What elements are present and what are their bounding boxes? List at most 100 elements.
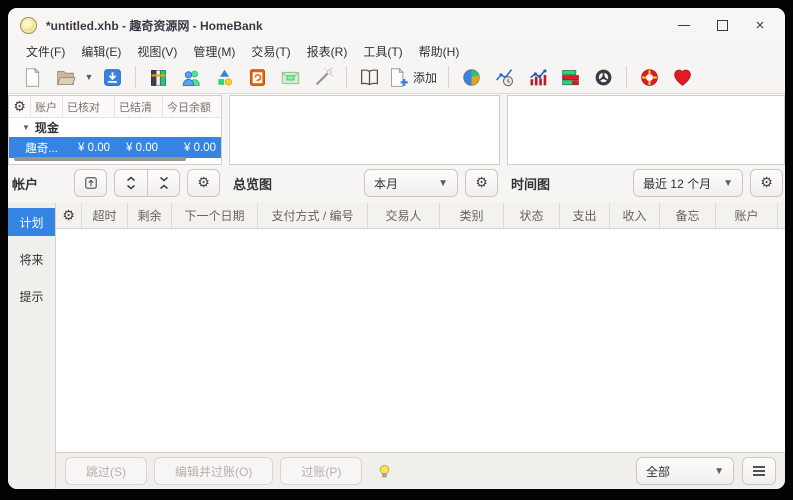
vehicle-cost-button[interactable] [587,64,620,91]
help-donate-button[interactable] [633,64,666,91]
menu-reports[interactable]: 报表(R) [299,42,356,61]
accounts-col-cleared[interactable]: 已结清 [115,96,163,117]
save-button[interactable] [96,64,129,91]
heart-icon [672,67,693,88]
sidebar-tabs: 计划 将来 提示 [8,203,56,489]
accounts-list[interactable]: ⚙ 账户 已核对 已结清 今日余额 ▼ 现金 趣奇... ¥ 0.00 ¥ 0.… [8,95,222,165]
open-file-button[interactable] [49,64,82,91]
col-remaining[interactable]: 剩余 [128,203,172,228]
accounts-col-reconciled[interactable]: 已核对 [63,96,115,117]
payees-icon [181,67,202,88]
add-transaction-button[interactable]: 添加 [386,64,442,91]
menu-help[interactable]: 帮助(H) [411,42,468,61]
manage-categories-button[interactable] [208,64,241,91]
balance-report-button[interactable] [521,64,554,91]
manage-accounts-button[interactable] [142,64,175,91]
account-cleared-value: ¥ 0.00 [115,142,163,154]
add-transaction-icon [388,67,409,88]
toolbar-separator [346,66,347,88]
post-button[interactable]: 过账(P) [280,457,362,485]
time-label: 时间图 [511,174,550,193]
overview-settings-button[interactable]: ⚙ [465,169,498,197]
trendtime-report-button[interactable] [488,64,521,91]
toolbar-separator [626,66,627,88]
expand-all-button[interactable] [114,169,147,197]
close-button[interactable]: × [741,10,779,40]
open-account-window-button[interactable] [74,169,107,197]
menu-edit[interactable]: 编辑(E) [73,42,129,61]
maximize-button[interactable] [703,10,741,40]
account-group-label: 现金 [35,119,59,136]
col-overdue[interactable]: 超时 [82,203,128,228]
overview-range-value: 本月 [374,175,398,192]
tab-scheduled[interactable]: 计划 [8,208,55,236]
scheduled-transactions-button[interactable] [241,64,274,91]
assign-button[interactable] [307,64,340,91]
col-status[interactable]: 状态 [504,203,560,228]
account-group-row[interactable]: ▼ 现金 [9,118,221,137]
col-account[interactable]: 账户 [716,203,778,228]
show-ledger-button[interactable] [353,64,386,91]
time-settings-button[interactable]: ⚙ [750,169,783,197]
life-ring-icon [639,67,660,88]
overview-range-dropdown[interactable]: 本月 ▼ [364,169,458,197]
new-file-button[interactable] [16,64,49,91]
open-recent-dropdown[interactable]: ▼ [82,64,96,91]
scheduled-table-body[interactable] [56,229,785,452]
scheduled-action-bar: 跳过(S) 编辑并过账(O) 过账(P) 全部 ▼ [56,452,785,489]
menu-manage[interactable]: 管理(M) [185,42,243,61]
accounts-col-account[interactable]: 账户 [31,96,63,117]
accounts-col-today[interactable]: 今日余额 [163,96,221,117]
time-panel-footer: 时间图 最近 12 个月 ▼ ⚙ [507,165,785,199]
col-income[interactable]: 收入 [610,203,660,228]
col-memo[interactable]: 备忘 [660,203,716,228]
col-expense[interactable]: 支出 [560,203,610,228]
tab-future[interactable]: 将来 [8,245,55,273]
collapse-all-icon [158,176,170,190]
overview-panel-footer: 总览图 本月 ▼ ⚙ [229,165,500,199]
tab-tips[interactable]: 提示 [8,282,55,310]
budget-button[interactable] [274,64,307,91]
open-folder-icon [55,67,76,88]
statistics-report-button[interactable] [455,64,488,91]
balance-chart-icon [527,67,548,88]
time-panel: 时间图 最近 12 个月 ▼ ⚙ [507,95,785,199]
hamburger-menu-icon [752,465,766,477]
horizontal-scrollbar[interactable] [14,157,186,161]
chevron-down-icon: ▼ [714,466,724,477]
list-menu-button[interactable] [742,457,776,485]
col-payee[interactable]: 交易人 [368,203,440,228]
skip-button[interactable]: 跳过(S) [65,457,147,485]
overview-label: 总览图 [233,174,272,193]
minimize-button[interactable] [665,10,703,40]
main-toolbar: ▼ 添加 [8,61,785,94]
filter-dropdown[interactable]: 全部 ▼ [636,457,734,485]
menu-file[interactable]: 文件(F) [18,42,73,61]
menu-transaction[interactable]: 交易(T) [243,42,298,61]
action-bar-right: 全部 ▼ [636,457,776,485]
menu-tools[interactable]: 工具(T) [355,42,410,61]
col-next-date[interactable]: 下一个日期 [172,203,258,228]
col-payment-number[interactable]: 支付方式 / 编号 [258,203,368,228]
manage-payees-button[interactable] [175,64,208,91]
collapse-all-button[interactable] [147,169,180,197]
title-bar[interactable]: *untitled.xhb - 趣奇资源网 - HomeBank × [8,8,785,42]
donate-button[interactable] [666,64,699,91]
main-area: 计划 将来 提示 ⚙ 超时 剩余 下一个日期 支付方式 / 编号 交易人 类别 … [8,203,785,489]
accounts-settings-button[interactable]: ⚙ [187,169,220,197]
trend-time-icon [494,67,515,88]
edit-post-button[interactable]: 编辑并过账(O) [154,457,273,485]
homebank-window: *untitled.xhb - 趣奇资源网 - HomeBank × 文件(F)… [8,8,785,489]
scheduled-columns-gear-icon[interactable]: ⚙ [56,203,82,228]
expand-collapse-group [114,169,180,197]
menu-view[interactable]: 视图(V) [129,42,185,61]
homebank-app-icon [20,17,37,34]
account-row-selected[interactable]: 趣奇... ¥ 0.00 ¥ 0.00 ¥ 0.00 [9,137,221,158]
col-category[interactable]: 类别 [440,203,504,228]
time-range-dropdown[interactable]: 最近 12 个月 ▼ [633,169,743,197]
time-range-value: 最近 12 个月 [643,175,711,192]
scheduled-table-header: ⚙ 超时 剩余 下一个日期 支付方式 / 编号 交易人 类别 状态 支出 收入 … [56,203,785,229]
accounts-columns-gear-icon[interactable]: ⚙ [9,96,31,117]
chevron-down-icon[interactable]: ▼ [22,123,30,132]
budget-report-button[interactable] [554,64,587,91]
